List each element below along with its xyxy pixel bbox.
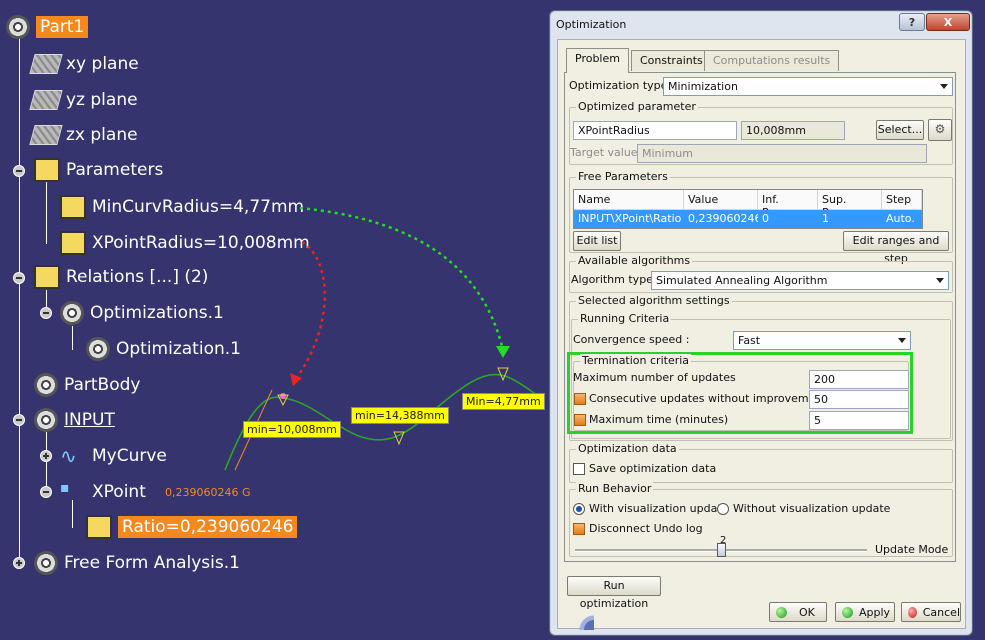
geometry-view — [224, 206, 545, 471]
disconnect-undo-checkbox[interactable] — [573, 523, 585, 535]
cancel-icon — [908, 606, 917, 618]
update-mode-slider-thumb[interactable] — [717, 543, 726, 557]
help-button[interactable]: ? — [899, 13, 925, 31]
table-cell-inf-range[interactable]: 0 — [758, 210, 818, 228]
xpoint-marker — [280, 393, 286, 399]
tab-problem[interactable]: Problem — [566, 48, 629, 73]
update-mode-label: Update Mode — [875, 543, 949, 556]
optimization-type-label: Optimization type: — [569, 79, 672, 92]
convergence-speed-label: Convergence speed : — [573, 333, 690, 346]
group-title: Optimized parameter — [576, 100, 698, 113]
optimization-type-combo[interactable]: Minimization — [663, 77, 953, 96]
target-value-label: Target value: — [570, 146, 642, 159]
red-arrow-path — [296, 240, 326, 377]
table-header-sup-range[interactable]: Sup. Range — [818, 190, 882, 219]
save-data-checkbox[interactable] — [573, 463, 585, 475]
graph-icon: ⚙ — [934, 122, 946, 136]
target-value-field[interactable]: Minimum — [637, 144, 927, 163]
consecutive-updates-checkbox[interactable] — [574, 393, 586, 405]
consecutive-updates-field[interactable]: 50 — [809, 390, 909, 409]
table-header-step[interactable]: Step — [882, 190, 922, 210]
ok-icon — [776, 606, 787, 618]
table-cell-name[interactable]: INPUT\XPoint\Ratio — [574, 210, 684, 228]
dialog-client: Problem Constraints Computations results… — [557, 39, 966, 630]
tab-constraints[interactable]: Constraints — [631, 50, 712, 71]
select-button[interactable]: Select... — [876, 120, 924, 140]
table-header-inf-range[interactable]: Inf. Range — [758, 190, 818, 219]
dialog-titlebar[interactable]: Optimization ? X — [550, 11, 972, 39]
apply-icon — [842, 606, 853, 618]
min-label-xpoint: min=10,008mm — [243, 421, 341, 438]
catia-logo-icon — [558, 606, 594, 630]
save-data-label: Save optimization data — [589, 462, 717, 475]
dialog-title: Optimization — [556, 18, 627, 31]
max-updates-field[interactable]: 200 — [809, 370, 909, 389]
with-visualization-label: With visualization update — [589, 502, 729, 515]
max-updates-label: Maximum number of updates — [573, 371, 736, 384]
chevron-down-icon — [936, 278, 944, 283]
tab-computations-results[interactable]: Computations results — [704, 50, 840, 71]
parameter-value-field: 10,008mm — [741, 121, 845, 140]
ok-label: OK — [799, 605, 815, 619]
algorithm-type-label: Algorithm type : — [571, 273, 661, 286]
edit-list-button[interactable]: Edit list — [573, 231, 621, 251]
consecutive-updates-label: Consecutive updates without improvements — [589, 392, 833, 405]
table-header-value[interactable]: Value — [684, 190, 758, 210]
table-cell-sup-range[interactable]: 1 — [818, 210, 882, 228]
ok-button[interactable]: OK — [769, 602, 827, 622]
with-visualization-radio[interactable] — [573, 503, 585, 515]
chevron-down-icon — [898, 338, 906, 343]
free-parameters-table[interactable]: Name Value Inf. Range Sup. Range Step IN… — [573, 189, 923, 229]
without-visualization-label: Without visualization update — [733, 502, 891, 515]
disconnect-undo-label: Disconnect Undo log — [589, 522, 703, 535]
cancel-label: Cancel — [922, 605, 960, 619]
red-arrow-head — [290, 373, 302, 386]
combo-value: Fast — [738, 334, 761, 347]
group-title: Free Parameters — [576, 170, 670, 183]
table-header-name[interactable]: Name — [574, 190, 684, 210]
green-arrow-path — [299, 206, 505, 351]
group-title: Available algorithms — [576, 254, 693, 267]
combo-value: Simulated Annealing Algorithm — [656, 274, 828, 287]
group-title: Optimization data — [576, 442, 679, 455]
close-button[interactable]: X — [926, 13, 970, 31]
graph-icon-button[interactable]: ⚙ — [928, 119, 952, 141]
apply-button[interactable]: Apply — [835, 602, 895, 622]
parameter-name-field[interactable]: XPointRadius — [573, 121, 737, 140]
problem-panel: Optimization type: Minimization Optimize… — [564, 72, 956, 562]
table-cell-value[interactable]: 0,239060246 — [684, 210, 758, 228]
optimization-dialog: Optimization ? X Problem Constraints Com… — [549, 10, 973, 636]
min-label-middle: min=14,388mm — [351, 407, 449, 424]
group-title: Run Behavior — [576, 482, 654, 495]
algorithm-type-combo[interactable]: Simulated Annealing Algorithm — [651, 271, 949, 290]
max-time-field[interactable]: 5 — [809, 411, 909, 430]
convergence-speed-combo[interactable]: Fast — [733, 331, 911, 350]
cancel-button[interactable]: Cancel — [901, 602, 961, 622]
run-optimization-button[interactable]: Run optimization — [567, 576, 661, 610]
min-label-curvature: Min=4,77mm — [462, 393, 545, 410]
table-cell-step[interactable]: Auto. — [882, 210, 922, 228]
max-time-label: Maximum time (minutes) — [589, 413, 729, 426]
group-title: Selected algorithm settings — [576, 294, 732, 307]
without-visualization-radio[interactable] — [717, 503, 729, 515]
group-title: Termination criteria — [580, 354, 692, 367]
chevron-down-icon — [940, 84, 948, 89]
combo-value: Minimization — [668, 80, 738, 93]
apply-label: Apply — [859, 605, 891, 619]
edit-ranges-button[interactable]: Edit ranges and step — [843, 231, 949, 265]
group-title: Running Criteria — [578, 312, 672, 325]
max-time-checkbox[interactable] — [574, 414, 586, 426]
ratio-value-label: 0,239060246 G — [165, 486, 251, 499]
green-arrow-head — [496, 346, 510, 358]
